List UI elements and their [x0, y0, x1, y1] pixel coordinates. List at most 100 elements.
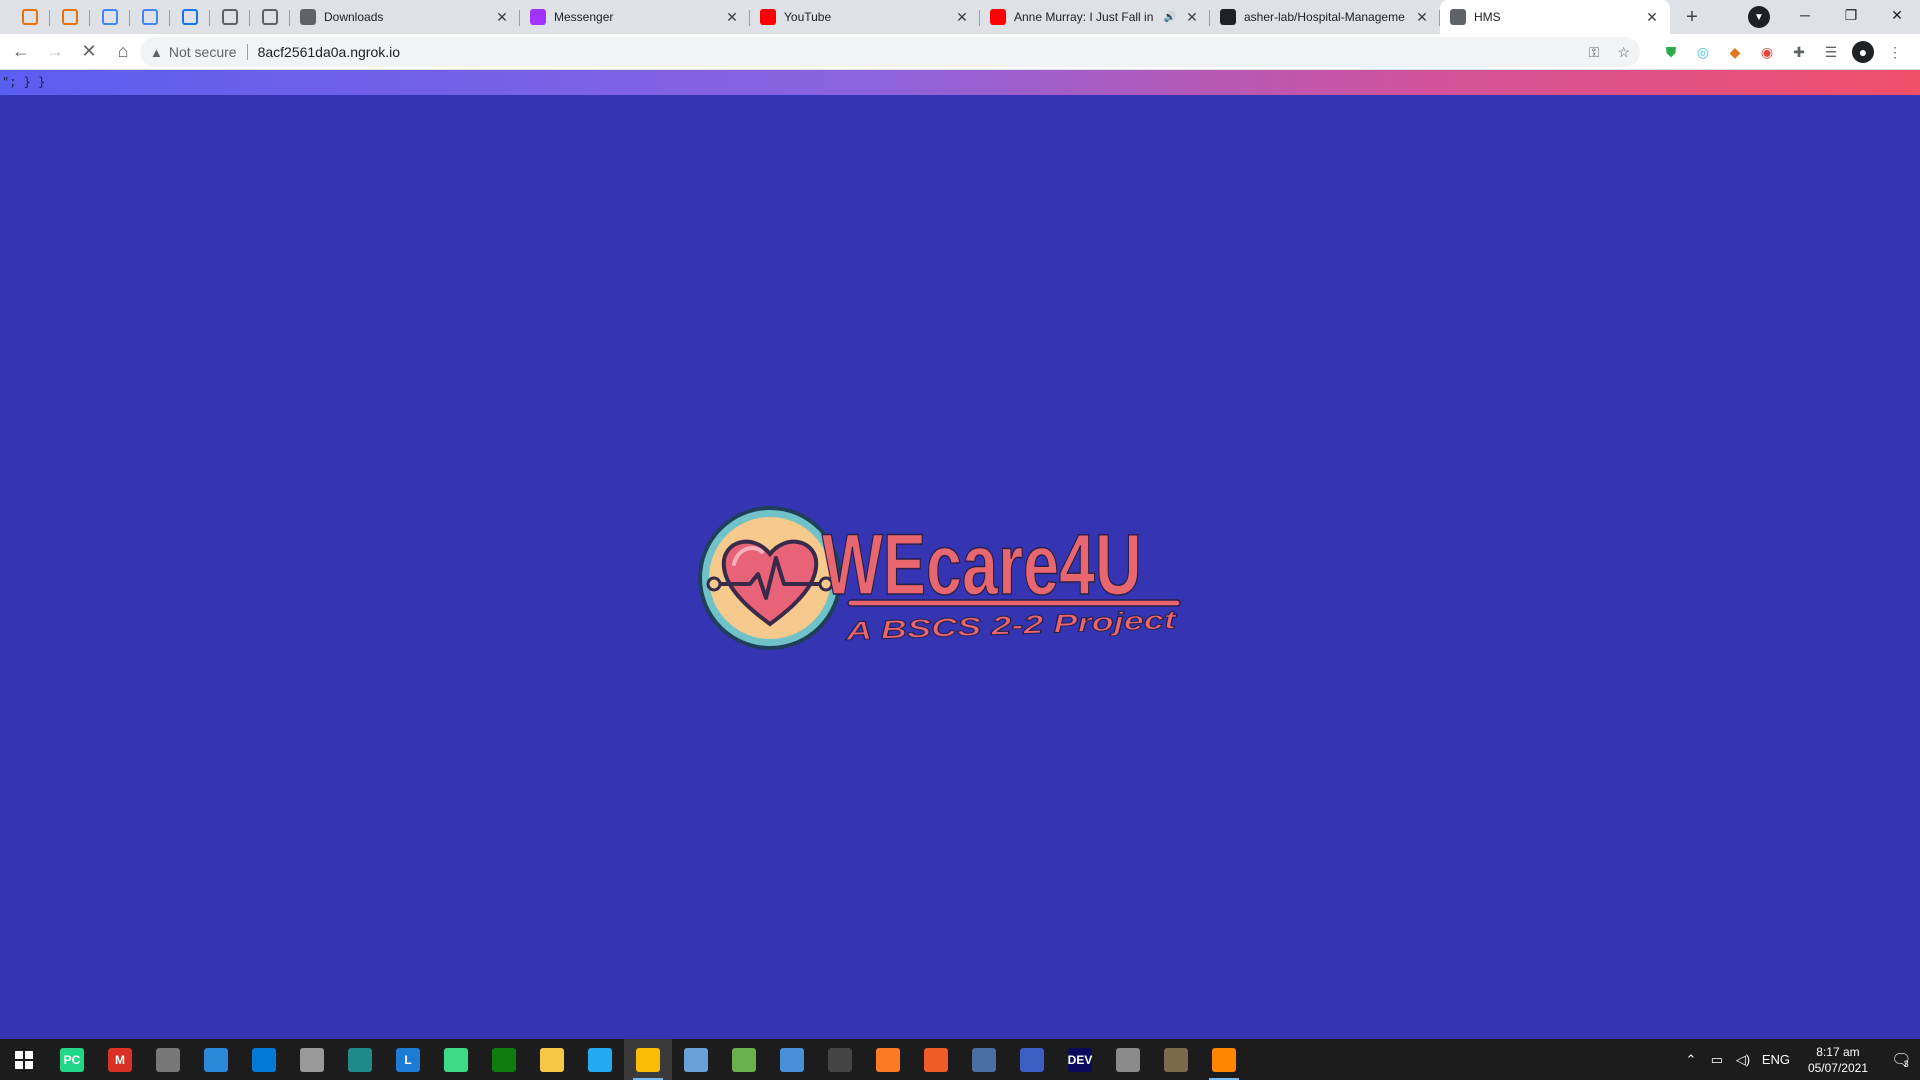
taskbar-app-calendar[interactable]	[192, 1039, 240, 1080]
address-bar[interactable]: ▲ Not secure 8acf2561da0a.ngrok.io ⚿ ☆	[140, 37, 1640, 67]
globe-icon	[262, 9, 278, 25]
google-icon	[142, 9, 158, 25]
reading-list-icon[interactable]: ☰	[1820, 41, 1842, 63]
clock-time: 8:17 am	[1816, 1044, 1860, 1059]
colorful-extension-icon[interactable]: ◉	[1756, 41, 1778, 63]
tab-search-icon[interactable]: ▼	[1748, 6, 1770, 28]
app-icon	[348, 1047, 372, 1072]
clock-date: 05/07/2021	[1807, 1060, 1868, 1075]
taskbar-app-obs[interactable]	[816, 1039, 864, 1080]
pinned-tab[interactable]	[130, 0, 170, 34]
bookmark-star-icon[interactable]: ☆	[1617, 44, 1630, 61]
warning-icon[interactable]: ▲	[150, 45, 163, 60]
taskbar-app-remote[interactable]	[768, 1039, 816, 1080]
taskbar-app-window[interactable]	[144, 1039, 192, 1080]
close-tab-icon[interactable]: ✕	[954, 9, 970, 26]
taskbar-app-notes[interactable]	[1008, 1039, 1056, 1080]
close-tab-icon[interactable]: ✕	[1184, 9, 1200, 26]
shield-extension-icon[interactable]: ⛊	[1660, 41, 1682, 63]
browser-tab[interactable]: Messenger ✕	[520, 0, 750, 34]
taskbar-app-paint[interactable]	[672, 1039, 720, 1080]
minimize-button[interactable]: ─	[1782, 0, 1828, 30]
chain-link-icon	[62, 9, 78, 25]
pinned-tab[interactable]	[170, 0, 210, 34]
cloud-icon	[102, 9, 118, 25]
app-icon	[828, 1047, 852, 1072]
wecare4u-logo: WEcare4U A BSCS 2-2 Project	[698, 506, 1181, 650]
pinned-tab[interactable]	[210, 0, 250, 34]
close-tab-icon[interactable]: ✕	[494, 9, 510, 26]
pinned-tab[interactable]	[250, 0, 290, 34]
taskbar-app-file-explorer[interactable]	[528, 1039, 576, 1080]
taskbar-app-photos[interactable]	[1104, 1039, 1152, 1080]
home-button[interactable]: ⌂	[106, 35, 140, 69]
key-icon[interactable]: ⚿	[1589, 44, 1600, 61]
close-tab-icon[interactable]: ✕	[724, 9, 740, 26]
taskbar-app-uploader[interactable]	[336, 1039, 384, 1080]
browser-tab[interactable]: asher-lab/Hospital-Manageme ✕	[1210, 0, 1440, 34]
app-icon	[636, 1047, 660, 1072]
profile-avatar[interactable]: ●	[1852, 41, 1874, 63]
app-icon	[1164, 1047, 1188, 1072]
tab-audio-icon[interactable]: 🔊	[1164, 12, 1176, 23]
url-text[interactable]: 8acf2561da0a.ngrok.io	[258, 44, 400, 60]
youtube-icon	[760, 9, 776, 25]
taskbar-app-postman[interactable]	[912, 1039, 960, 1080]
forward-button[interactable]: →	[38, 35, 72, 69]
tab-title: HMS	[1474, 10, 1501, 24]
close-tab-icon[interactable]: ✕	[1414, 9, 1430, 26]
taskbar-app-xampp[interactable]	[864, 1039, 912, 1080]
app-icon	[1020, 1047, 1044, 1072]
metamask-fox-icon[interactable]: ◆	[1724, 41, 1746, 63]
more-menu-icon[interactable]: ⋮	[1884, 41, 1906, 63]
taskbar-app-pycharm[interactable]: PC	[48, 1039, 96, 1080]
taskbar-app-vs-code[interactable]	[576, 1039, 624, 1080]
volume-icon[interactable]: ◁)	[1730, 1052, 1756, 1068]
pinned-tab[interactable]	[50, 0, 90, 34]
start-button[interactable]	[0, 1039, 48, 1080]
taskbar-app-dev[interactable]: DEV	[1056, 1039, 1104, 1080]
pinned-tab[interactable]	[10, 0, 50, 34]
pinned-tabs	[0, 0, 290, 34]
notification-center-button[interactable]: 🗨 3	[1880, 1039, 1920, 1080]
chain-link-icon	[22, 9, 38, 25]
swirl-extension-icon[interactable]: ◎	[1692, 41, 1714, 63]
open-tabs: Downloads ✕ Messenger ✕ YouTube ✕ Anne Murray:…	[290, 0, 1670, 34]
taskbar-app-gmail[interactable]: M	[96, 1039, 144, 1080]
taskbar-app-connect[interactable]	[960, 1039, 1008, 1080]
app-icon: DEV	[1068, 1047, 1092, 1072]
browser-tab[interactable]: HMS ✕	[1440, 0, 1670, 34]
taskbar-app-launcher[interactable]: L	[384, 1039, 432, 1080]
clock[interactable]: 8:17 am 05/07/2021	[1796, 1044, 1880, 1076]
back-button[interactable]: ←	[4, 35, 38, 69]
stop-loading-button[interactable]: ✕	[72, 35, 106, 69]
loading-icon	[1450, 9, 1466, 25]
taskbar-app-vlc[interactable]	[1200, 1039, 1248, 1080]
taskbar-app-chrome[interactable]	[624, 1039, 672, 1080]
extensions-area: ⛊ ◎ ◆ ◉ ✚ ☰ ● ⋮	[1660, 34, 1906, 70]
restore-button[interactable]: ❐	[1828, 0, 1874, 30]
bookmark-app-icon	[182, 9, 198, 25]
browser-tab[interactable]: Anne Murray: I Just Fall in L 🔊 ✕	[980, 0, 1210, 34]
taskbar-app-xbox[interactable]	[480, 1039, 528, 1080]
close-window-button[interactable]: ✕	[1874, 0, 1920, 30]
language-indicator[interactable]: ENG	[1756, 1052, 1796, 1067]
puzzle-extensions-icon[interactable]: ✚	[1788, 41, 1810, 63]
taskbar-app-notepad[interactable]	[720, 1039, 768, 1080]
taskbar-app-gimp[interactable]	[1152, 1039, 1200, 1080]
close-tab-icon[interactable]: ✕	[1644, 9, 1660, 26]
taskbar-app-android[interactable]	[432, 1039, 480, 1080]
debug-text: "; } }	[2, 75, 46, 89]
app-icon	[780, 1047, 804, 1072]
browser-tab[interactable]: Downloads ✕	[290, 0, 520, 34]
app-icon: L	[396, 1047, 420, 1072]
pinned-tab[interactable]	[90, 0, 130, 34]
taskbar-app-network[interactable]	[288, 1039, 336, 1080]
network-icon[interactable]: ▭	[1704, 1052, 1730, 1068]
security-label[interactable]: Not secure	[169, 44, 237, 60]
browser-tab[interactable]: YouTube ✕	[750, 0, 980, 34]
app-icon	[876, 1047, 900, 1072]
taskbar-app-mail[interactable]	[240, 1039, 288, 1080]
new-tab-button[interactable]: +	[1678, 3, 1706, 31]
chevron-up-icon[interactable]: ⌃	[1678, 1052, 1704, 1068]
